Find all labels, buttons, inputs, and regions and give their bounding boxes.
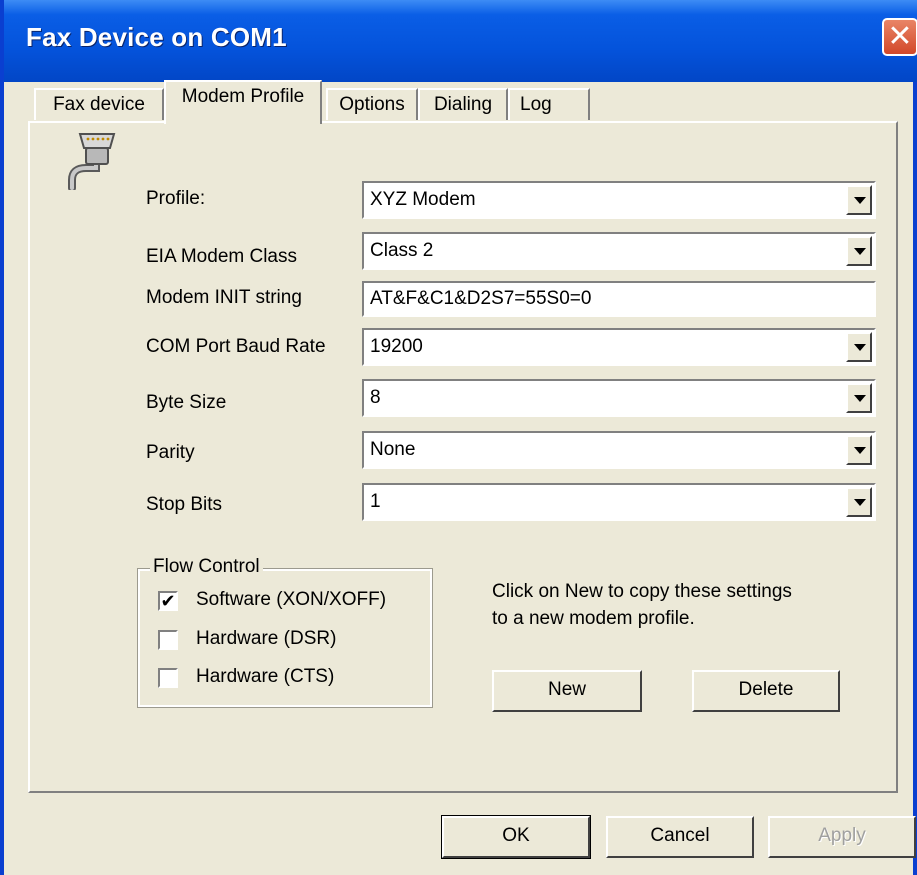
- tab-log[interactable]: Log: [508, 88, 590, 120]
- hardware-dsr-checkbox[interactable]: [158, 630, 178, 650]
- baud-rate-select[interactable]: 19200: [362, 328, 876, 366]
- chevron-down-icon: [854, 248, 866, 255]
- ok-button[interactable]: OK: [441, 815, 591, 859]
- parity-value: None: [370, 439, 416, 460]
- title-bar[interactable]: Fax Device on COM1: [4, 0, 917, 82]
- tab-label: Fax device: [53, 94, 145, 115]
- stop-bits-value: 1: [370, 491, 381, 512]
- dropdown-button[interactable]: [846, 435, 872, 465]
- dropdown-button[interactable]: [846, 332, 872, 362]
- byte-size-label: Byte Size: [146, 392, 227, 413]
- dropdown-button[interactable]: [846, 185, 872, 215]
- byte-size-select[interactable]: 8: [362, 379, 876, 417]
- init-string-input[interactable]: [362, 281, 876, 317]
- tab-modem-profile[interactable]: Modem Profile: [164, 80, 322, 124]
- dialog-window: Fax Device on COM1 ✕ Fax device Modem Pr…: [0, 0, 917, 875]
- hardware-dsr-label[interactable]: Hardware (DSR): [196, 628, 336, 650]
- tab-fax-device[interactable]: Fax device: [34, 88, 164, 120]
- tab-label: Modem Profile: [181, 86, 305, 107]
- chevron-down-icon: [854, 395, 866, 402]
- chevron-down-icon: [854, 499, 866, 506]
- byte-size-value: 8: [370, 387, 381, 408]
- window-title: Fax Device on COM1: [26, 22, 287, 52]
- cancel-button[interactable]: Cancel: [606, 816, 754, 858]
- apply-button[interactable]: Apply: [768, 816, 916, 858]
- stop-bits-label: Stop Bits: [146, 494, 223, 515]
- dropdown-button[interactable]: [846, 487, 872, 517]
- baud-rate-value: 19200: [370, 336, 423, 357]
- close-button[interactable]: ✕: [882, 18, 917, 56]
- tab-options[interactable]: Options: [326, 88, 418, 120]
- parity-select[interactable]: None: [362, 431, 876, 469]
- dropdown-button[interactable]: [846, 383, 872, 413]
- flow-control-title: Flow Control: [150, 556, 263, 578]
- eia-class-value: Class 2: [370, 240, 434, 261]
- eia-class-select[interactable]: Class 2: [362, 232, 876, 270]
- stop-bits-select[interactable]: 1: [362, 483, 876, 521]
- init-string-label: Modem INIT string: [146, 287, 302, 308]
- chevron-down-icon: [854, 447, 866, 454]
- eia-class-label: EIA Modem Class: [146, 246, 297, 267]
- chevron-down-icon: [854, 197, 866, 204]
- chevron-down-icon: [854, 344, 866, 351]
- hardware-cts-checkbox[interactable]: [158, 668, 178, 688]
- delete-profile-button[interactable]: Delete: [692, 670, 840, 712]
- tab-dialing[interactable]: Dialing: [418, 88, 508, 120]
- profile-label: Profile:: [146, 188, 206, 209]
- baud-rate-label: COM Port Baud Rate: [146, 336, 326, 357]
- new-profile-button[interactable]: New: [492, 670, 642, 712]
- tab-label: Dialing: [433, 94, 493, 115]
- tab-label: Options: [339, 94, 405, 115]
- info-text-line2: to a new modem profile.: [492, 608, 695, 629]
- close-icon: ✕: [887, 20, 913, 53]
- software-flow-label[interactable]: Software (XON/XOFF): [196, 589, 386, 611]
- software-flow-checkbox[interactable]: ✔: [158, 591, 178, 611]
- hardware-cts-label[interactable]: Hardware (CTS): [196, 666, 334, 688]
- profile-select[interactable]: XYZ Modem: [362, 181, 876, 219]
- parity-label: Parity: [146, 442, 195, 463]
- profile-value: XYZ Modem: [370, 189, 476, 210]
- serial-port-plug-icon: [68, 133, 116, 190]
- info-text-line1: Click on New to copy these settings: [492, 581, 792, 602]
- tab-label: Log: [520, 94, 552, 115]
- dropdown-button[interactable]: [846, 236, 872, 266]
